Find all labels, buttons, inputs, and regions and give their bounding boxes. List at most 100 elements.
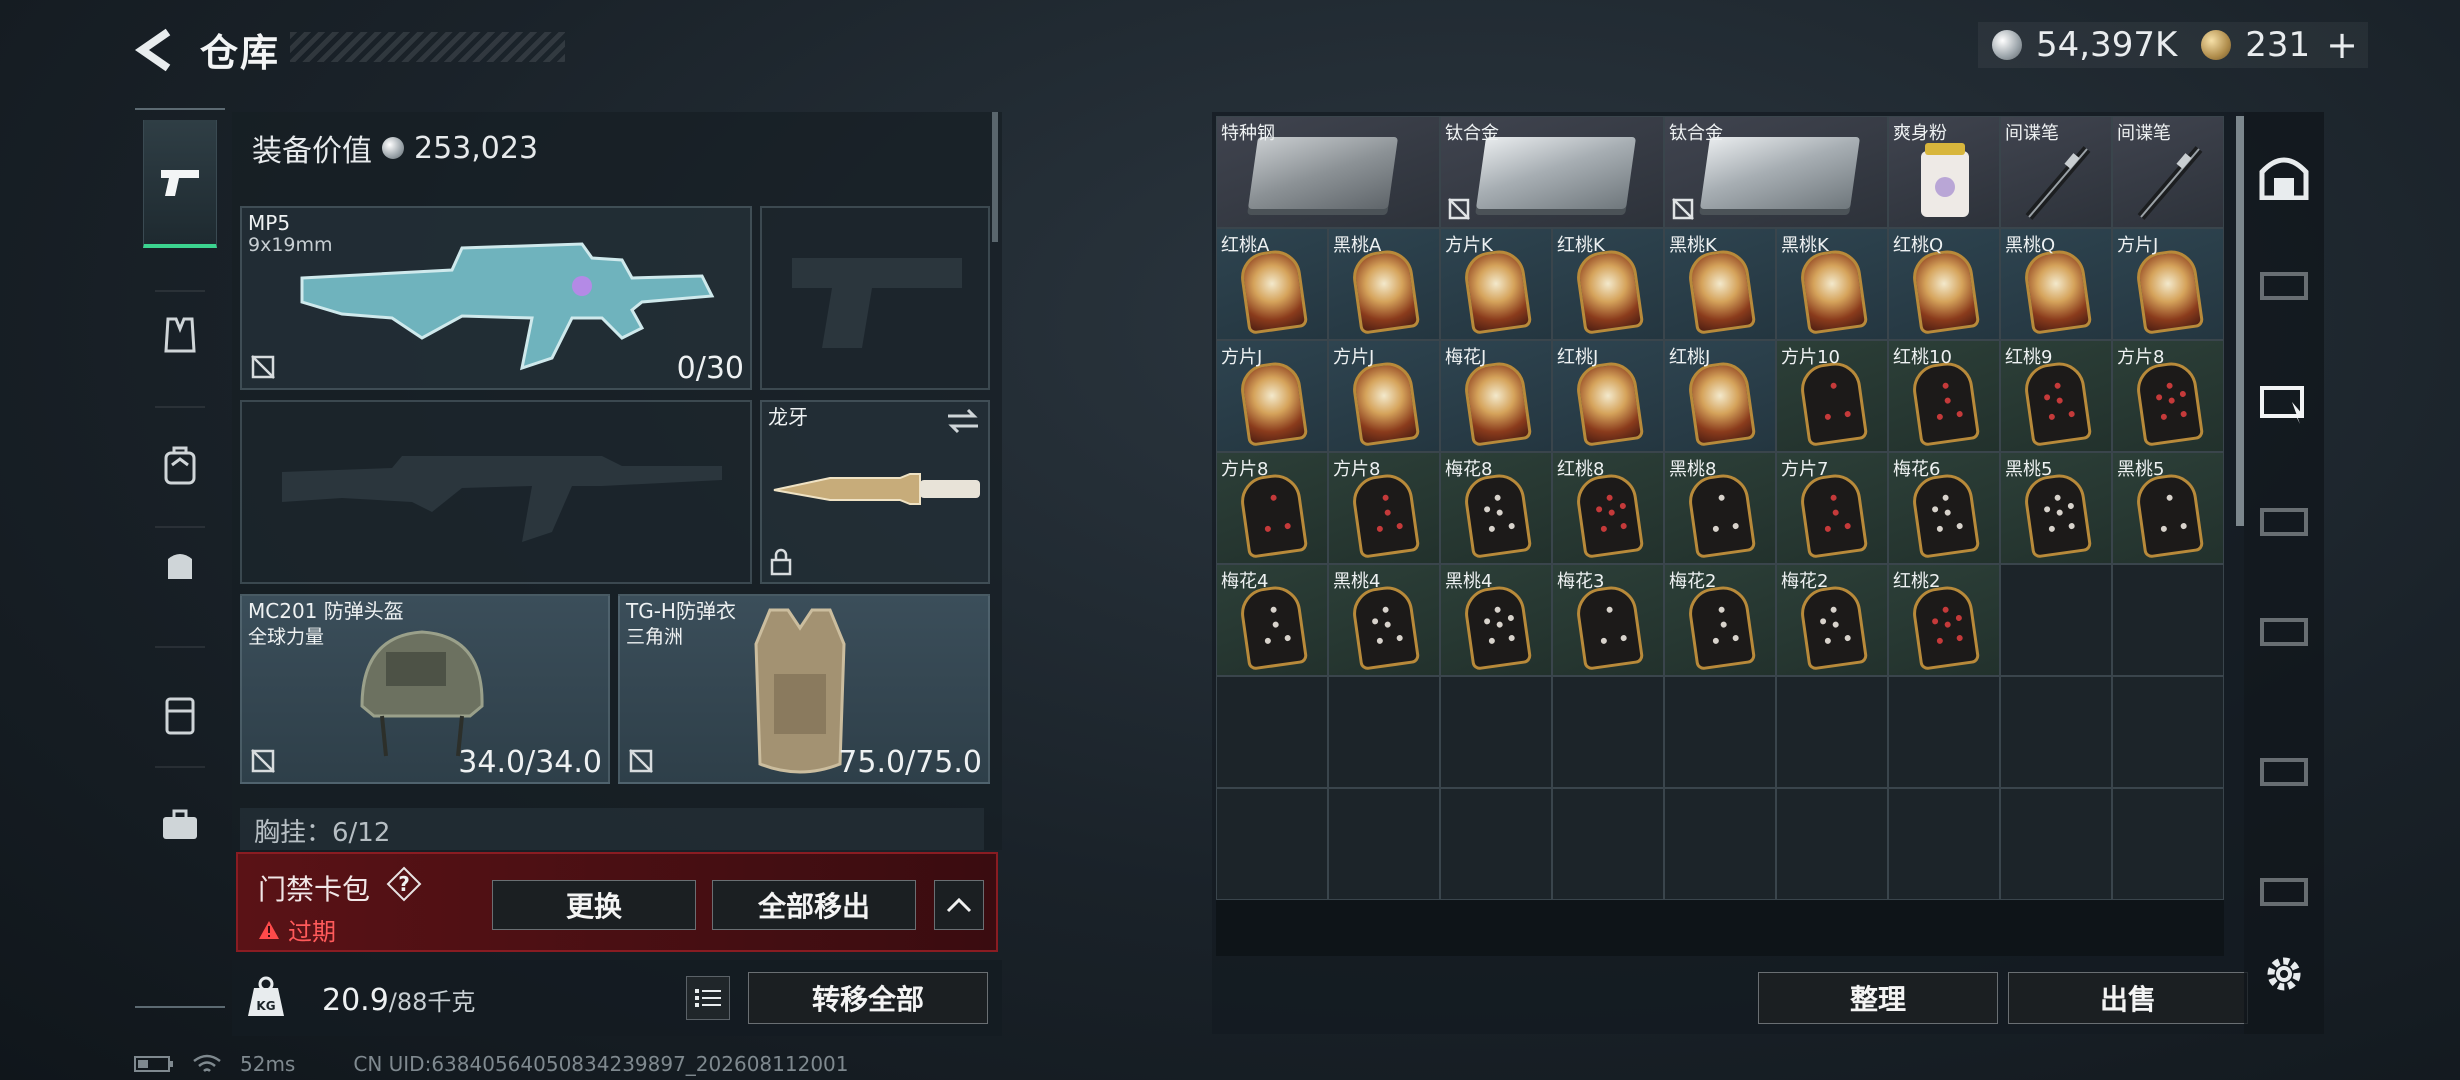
nav-storage-page-5[interactable] — [2254, 732, 2314, 812]
storage-item[interactable]: 间谍笔 — [2112, 116, 2224, 228]
empty-storage-slot[interactable] — [2112, 788, 2224, 900]
storage-item[interactable]: 红桃K — [1552, 228, 1664, 340]
storage-item[interactable]: 红桃Q — [1888, 228, 2000, 340]
storage-item[interactable]: 红桃A — [1216, 228, 1328, 340]
pistol-slot[interactable] — [760, 206, 990, 390]
storage-item[interactable]: 钛合金 — [1664, 116, 1888, 228]
storage-item[interactable]: 特种钢 — [1216, 116, 1440, 228]
replace-button[interactable]: 更换 — [492, 880, 696, 930]
storage-item[interactable]: 方片J — [2112, 228, 2224, 340]
empty-storage-slot[interactable] — [1216, 788, 1328, 900]
storage-item[interactable]: 梅花J — [1440, 340, 1552, 452]
primary-weapon-slot[interactable]: MP5 9x19mm 0/30 — [240, 206, 752, 390]
empty-storage-slot[interactable] — [2000, 788, 2112, 900]
helmet-slot[interactable]: MC201 防弹头盔 全球力量 34.0/34.0 — [240, 594, 610, 784]
add-currency-button[interactable]: + — [2326, 23, 2358, 67]
storage-item[interactable]: 梅花6 — [1888, 452, 2000, 564]
storage-scrollbar[interactable] — [2236, 116, 2244, 526]
empty-storage-slot[interactable] — [2000, 564, 2112, 676]
empty-storage-slot[interactable] — [1328, 788, 1440, 900]
storage-item[interactable]: 黑桃4 — [1440, 564, 1552, 676]
nav-storage-page-1[interactable] — [2254, 246, 2314, 326]
back-arrow-icon[interactable] — [132, 26, 180, 74]
equipment-scrollbar[interactable] — [992, 112, 998, 242]
nav-weapons[interactable] — [143, 120, 217, 248]
storage-item[interactable]: 方片J — [1216, 340, 1328, 452]
nav-storage-page-2[interactable] — [2254, 362, 2314, 442]
storage-item[interactable]: 黑桃5 — [2112, 452, 2224, 564]
storage-item[interactable]: 黑桃K — [1664, 228, 1776, 340]
storage-item[interactable]: 间谍笔 — [2000, 116, 2112, 228]
storage-item[interactable]: 方片7 — [1776, 452, 1888, 564]
empty-storage-slot[interactable] — [1776, 676, 1888, 788]
storage-item[interactable]: 黑桃K — [1776, 228, 1888, 340]
storage-item[interactable]: 方片10 — [1776, 340, 1888, 452]
empty-storage-slot[interactable] — [1552, 676, 1664, 788]
storage-item[interactable]: 梅花2 — [1664, 564, 1776, 676]
rifle-silhouette-icon — [282, 456, 722, 542]
storage-item[interactable]: 红桃2 — [1888, 564, 2000, 676]
settings-gear-icon[interactable] — [2260, 950, 2308, 998]
storage-item[interactable]: 方片K — [1440, 228, 1552, 340]
storage-item[interactable]: 红桃J — [1664, 340, 1776, 452]
empty-storage-slot[interactable] — [1328, 676, 1440, 788]
empty-storage-slot[interactable] — [1552, 788, 1664, 900]
nav-toolkit[interactable] — [143, 780, 217, 870]
storage-item[interactable]: 方片J — [1328, 340, 1440, 452]
storage-item[interactable]: 爽身粉 — [1888, 116, 2000, 228]
nav-storage-main[interactable] — [2254, 136, 2314, 216]
max-weight: /88千克 — [388, 988, 476, 1016]
transfer-all-button[interactable]: 转移全部 — [748, 972, 988, 1024]
nav-safe-box[interactable] — [143, 670, 217, 760]
sort-button[interactable]: 整理 — [1758, 972, 1998, 1024]
storage-item-label: 红桃8 — [1557, 459, 1605, 480]
sell-button[interactable]: 出售 — [2008, 972, 2248, 1024]
nav-backpack[interactable] — [143, 420, 217, 510]
storage-item[interactable]: 红桃J — [1552, 340, 1664, 452]
empty-storage-slot[interactable] — [2000, 676, 2112, 788]
spy-pen-image — [2137, 146, 2203, 220]
storage-item[interactable]: 方片8 — [1216, 452, 1328, 564]
storage-item[interactable]: 黑桃8 — [1664, 452, 1776, 564]
storage-item[interactable]: 方片8 — [2112, 340, 2224, 452]
storage-item[interactable]: 红桃10 — [1888, 340, 2000, 452]
empty-storage-slot[interactable] — [1664, 788, 1776, 900]
empty-storage-slot[interactable] — [1888, 676, 2000, 788]
empty-storage-slot[interactable] — [1440, 788, 1552, 900]
left-category-nav — [135, 108, 225, 1008]
storage-item[interactable]: 梅花2 — [1776, 564, 1888, 676]
currency-bar: 54,397K 231 + — [1977, 22, 2368, 68]
help-icon[interactable]: ? — [386, 866, 422, 902]
storage-item[interactable]: 黑桃Q — [2000, 228, 2112, 340]
collapse-button[interactable] — [934, 880, 984, 930]
nav-storage-page-4[interactable] — [2254, 592, 2314, 672]
empty-storage-slot[interactable] — [1776, 788, 1888, 900]
storage-item[interactable]: 方片8 — [1328, 452, 1440, 564]
remove-all-button[interactable]: 全部移出 — [712, 880, 916, 930]
melee-slot[interactable]: 龙牙 — [760, 400, 990, 584]
body-armor-slot[interactable]: TG-H防弹衣 三角洲 75.0/75.0 — [618, 594, 990, 784]
storage-item[interactable]: 梅花3 — [1552, 564, 1664, 676]
list-view-button[interactable] — [686, 976, 730, 1020]
swap-icon[interactable] — [946, 408, 980, 434]
secondary-weapon-slot[interactable] — [240, 400, 752, 584]
nav-pouch[interactable] — [143, 520, 217, 610]
chest-rig-capacity[interactable]: 胸挂：6/12 — [240, 808, 984, 850]
storage-item[interactable]: 黑桃4 — [1328, 564, 1440, 676]
nav-storage-page-3[interactable] — [2254, 482, 2314, 562]
empty-storage-slot[interactable] — [1216, 676, 1328, 788]
storage-item[interactable]: 黑桃5 — [2000, 452, 2112, 564]
empty-storage-slot[interactable] — [2112, 564, 2224, 676]
storage-item[interactable]: 红桃9 — [2000, 340, 2112, 452]
storage-item[interactable]: 钛合金 — [1440, 116, 1664, 228]
nav-chest-rig[interactable] — [143, 290, 217, 380]
nav-storage-page-6[interactable] — [2254, 852, 2314, 932]
storage-item[interactable]: 红桃8 — [1552, 452, 1664, 564]
storage-item[interactable]: 梅花8 — [1440, 452, 1552, 564]
storage-item[interactable]: 梅花4 — [1216, 564, 1328, 676]
empty-storage-slot[interactable] — [1440, 676, 1552, 788]
empty-storage-slot[interactable] — [1888, 788, 2000, 900]
empty-storage-slot[interactable] — [2112, 676, 2224, 788]
empty-storage-slot[interactable] — [1664, 676, 1776, 788]
storage-item[interactable]: 黑桃A — [1328, 228, 1440, 340]
